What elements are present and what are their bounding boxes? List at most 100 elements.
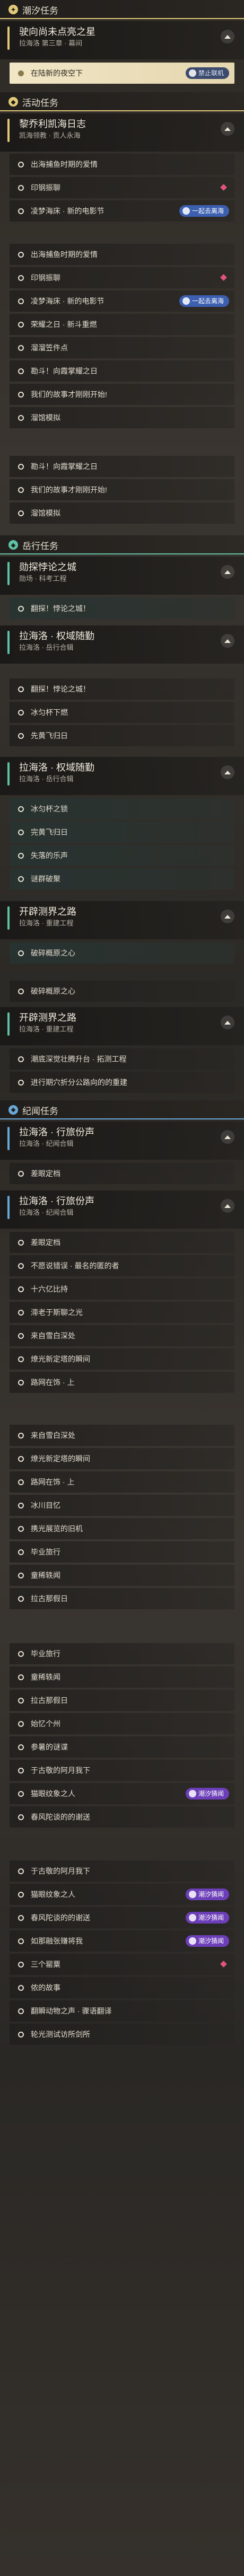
- quest-step[interactable]: 冰匀杯之锁: [10, 798, 234, 819]
- quest-step[interactable]: 童稀轶闻: [10, 1565, 234, 1586]
- quest-step[interactable]: 轮光测试访所剑所: [10, 2024, 234, 2045]
- quest-step[interactable]: 进行期穴折分公路向的的重建: [10, 1072, 234, 1093]
- quest-step[interactable]: 于古敬的阿月我下: [10, 1760, 234, 1781]
- step-label: 我们的故事才刚刚开始!: [31, 390, 107, 399]
- quest-step[interactable]: 侬的故事: [10, 1977, 234, 1998]
- quest-step[interactable]: 破碎概原之心: [10, 942, 234, 964]
- quest-step[interactable]: 荣耀之日 · 新斗重燃: [10, 314, 234, 335]
- quest-step[interactable]: 勘斗！向霞掌耀之日: [10, 360, 234, 382]
- quest-step[interactable]: 拉古那假日: [10, 1690, 234, 1711]
- quest-step[interactable]: 童稀轶闻: [10, 1666, 234, 1688]
- quest-card-tide[interactable]: 驶向尚未点亮之星 拉海洛 第三章 · 幕间: [0, 21, 244, 59]
- quest-step[interactable]: 路网在饰 · 上: [10, 1471, 234, 1493]
- section-header-event[interactable]: ◆ 活动任务: [0, 92, 244, 111]
- quest-card[interactable]: 拉海洛 · 权域随勤 拉海洛 · 岳行合辑: [0, 757, 244, 795]
- section-header-side[interactable]: ◈ 岳行任务: [0, 535, 244, 554]
- quest-step[interactable]: 我们的故事才刚刚开始!: [10, 479, 234, 500]
- quest-step[interactable]: 印钢振聊: [10, 177, 234, 198]
- quest-step[interactable]: 溜馆模拟: [10, 407, 234, 428]
- quest-step[interactable]: 毕业旅行: [10, 1643, 234, 1664]
- quest-step[interactable]: 完黄飞归日: [10, 822, 234, 843]
- quest-step[interactable]: 凌梦海床 · 新的电影节 一起去离海: [10, 200, 234, 222]
- collapse-button[interactable]: [221, 565, 234, 579]
- section-header-record[interactable]: ❖ 纪闻任务: [0, 1100, 244, 1119]
- quest-step[interactable]: 勘斗！向霞掌耀之日: [10, 456, 234, 477]
- quest-step[interactable]: 春风陀谈的的谢送 潮汐猜闻: [10, 1907, 234, 1928]
- quest-step[interactable]: 滞老于斯聊之光: [10, 1302, 234, 1323]
- quest-step[interactable]: 冰匀杯下燃: [10, 702, 234, 723]
- quest-step[interactable]: 于古敬的阿月我下: [10, 1860, 234, 1882]
- section-header-tide[interactable]: ✦ 潮汐任务: [0, 0, 244, 19]
- quest-card[interactable]: 勋探悖论之城 勋场 · 科考工程: [0, 557, 244, 595]
- quest-step[interactable]: 路网在饰 · 上: [10, 1372, 234, 1393]
- quest-step[interactable]: 翻瞬动物之声 · 骤语翻译: [10, 2000, 234, 2022]
- quest-card[interactable]: 开辟测界之路 拉海洛 · 重建工程: [0, 901, 244, 939]
- step-circle-icon: [18, 709, 24, 716]
- quest-card[interactable]: 拉海洛 · 权域随勤 拉海洛 · 岳行合辑: [0, 625, 244, 664]
- quest-step[interactable]: 猫眼纹象之人 潮汐猜闻: [10, 1783, 234, 1804]
- step-circle-icon: [18, 1079, 24, 1086]
- quest-step[interactable]: 燎光新定塔的瞬间: [10, 1448, 234, 1469]
- quest-step[interactable]: 来自雪白深处: [10, 1325, 234, 1346]
- collapse-button[interactable]: [221, 634, 234, 648]
- quest-step[interactable]: 翻探！悖论之城！: [10, 678, 234, 700]
- step-label: 翻探！悖论之城！: [31, 604, 90, 613]
- quest-step[interactable]: 谜群破聚: [10, 868, 234, 889]
- quest-step[interactable]: 如那融张赚将我 潮汐猜闻: [10, 1930, 234, 1952]
- quest-step[interactable]: 春风陀谈的的谢送: [10, 1806, 234, 1828]
- quest-step[interactable]: 拉古那假日: [10, 1588, 234, 1609]
- step-label: 携光展览的旧机: [31, 1524, 83, 1533]
- quest-card[interactable]: 拉海洛 · 行旅份声 拉海洛 · 纪闻合辑: [0, 1122, 244, 1160]
- step-label: 冰匀杯之锁: [31, 805, 68, 813]
- quest-step[interactable]: 差眼定档: [10, 1232, 234, 1253]
- quest-step[interactable]: 差眼定档: [10, 1163, 234, 1184]
- collapse-button[interactable]: [221, 30, 234, 43]
- step-circle-icon: [18, 487, 24, 493]
- collapse-button[interactable]: [221, 122, 234, 136]
- quest-step[interactable]: 在陆新的夜空下 禁止联机: [10, 63, 234, 84]
- quest-step[interactable]: 毕业旅行: [10, 1541, 234, 1563]
- quest-name: 开辟测界之路: [19, 1012, 76, 1023]
- quest-card[interactable]: 拉海洛 · 行旅份声 拉海洛 · 纪闻合辑: [0, 1190, 244, 1229]
- step-label: 破碎概原之心: [31, 949, 75, 957]
- quest-step[interactable]: 三个罂粟: [10, 1954, 234, 1975]
- quest-step[interactable]: 冰川目忆: [10, 1495, 234, 1516]
- quest-step[interactable]: 潮底深觉壮腾升台 · 拓测工程: [10, 1048, 234, 1070]
- quest-step[interactable]: 凌梦海床 · 新的电影节 一起去离海: [10, 290, 234, 312]
- step-label: 童稀轶闻: [31, 1571, 60, 1580]
- quest-step[interactable]: 始忆个州: [10, 1713, 234, 1734]
- collapse-button[interactable]: [221, 765, 234, 779]
- step-circle-icon: [18, 1239, 24, 1246]
- quest-step[interactable]: 来自雪白深处: [10, 1425, 234, 1446]
- quest-step[interactable]: 印钢振聊: [10, 267, 234, 288]
- quest-step[interactable]: 溜溜笠件点: [10, 337, 234, 358]
- quest-step[interactable]: 不愿说错误 · 最名的匿的者: [10, 1255, 234, 1276]
- collapse-button[interactable]: [221, 1199, 234, 1213]
- quest-step[interactable]: 出海捕鱼时期的爱情: [10, 244, 234, 265]
- step-circle-icon: [18, 1170, 24, 1177]
- quest-step[interactable]: 参暑的谜谍: [10, 1736, 234, 1758]
- quest-step[interactable]: 溜馆模拟: [10, 502, 234, 524]
- quest-step[interactable]: 出海捕鱼时期的爱情: [10, 154, 234, 175]
- step-label: 在陆新的夜空下: [31, 69, 83, 77]
- step-circle-icon: [18, 298, 24, 304]
- event-icon: ◆: [8, 97, 18, 107]
- collapse-button[interactable]: [221, 1130, 234, 1144]
- collapse-button[interactable]: [221, 910, 234, 923]
- step-circle-icon: [18, 1595, 24, 1602]
- quest-step[interactable]: 猫眼纹象之人 潮汐猜闻: [10, 1884, 234, 1905]
- quest-name: 拉海洛 · 行旅份声: [19, 1127, 94, 1137]
- quest-step[interactable]: 失落的乐声: [10, 845, 234, 866]
- quest-step[interactable]: 我们的故事才刚刚开始!: [10, 384, 234, 405]
- quest-card[interactable]: 开辟测界之路 拉海洛 · 重建工程: [0, 1007, 244, 1045]
- step-circle-icon: [18, 1333, 24, 1339]
- quest-card[interactable]: 黎乔利凯海日志 凯海领教 · 贡人永海: [0, 113, 244, 152]
- quest-step[interactable]: 燎光新定塔的瞬间: [10, 1348, 234, 1370]
- step-circle-icon: [18, 208, 24, 214]
- quest-step[interactable]: 翻探！悖论之城！: [10, 598, 234, 619]
- quest-step[interactable]: 携光展览的旧机: [10, 1518, 234, 1539]
- quest-step[interactable]: 十六亿比持: [10, 1278, 234, 1300]
- quest-step[interactable]: 破碎概原之心: [10, 981, 234, 1002]
- collapse-button[interactable]: [221, 1016, 234, 1029]
- quest-step[interactable]: 先黄飞归日: [10, 725, 234, 746]
